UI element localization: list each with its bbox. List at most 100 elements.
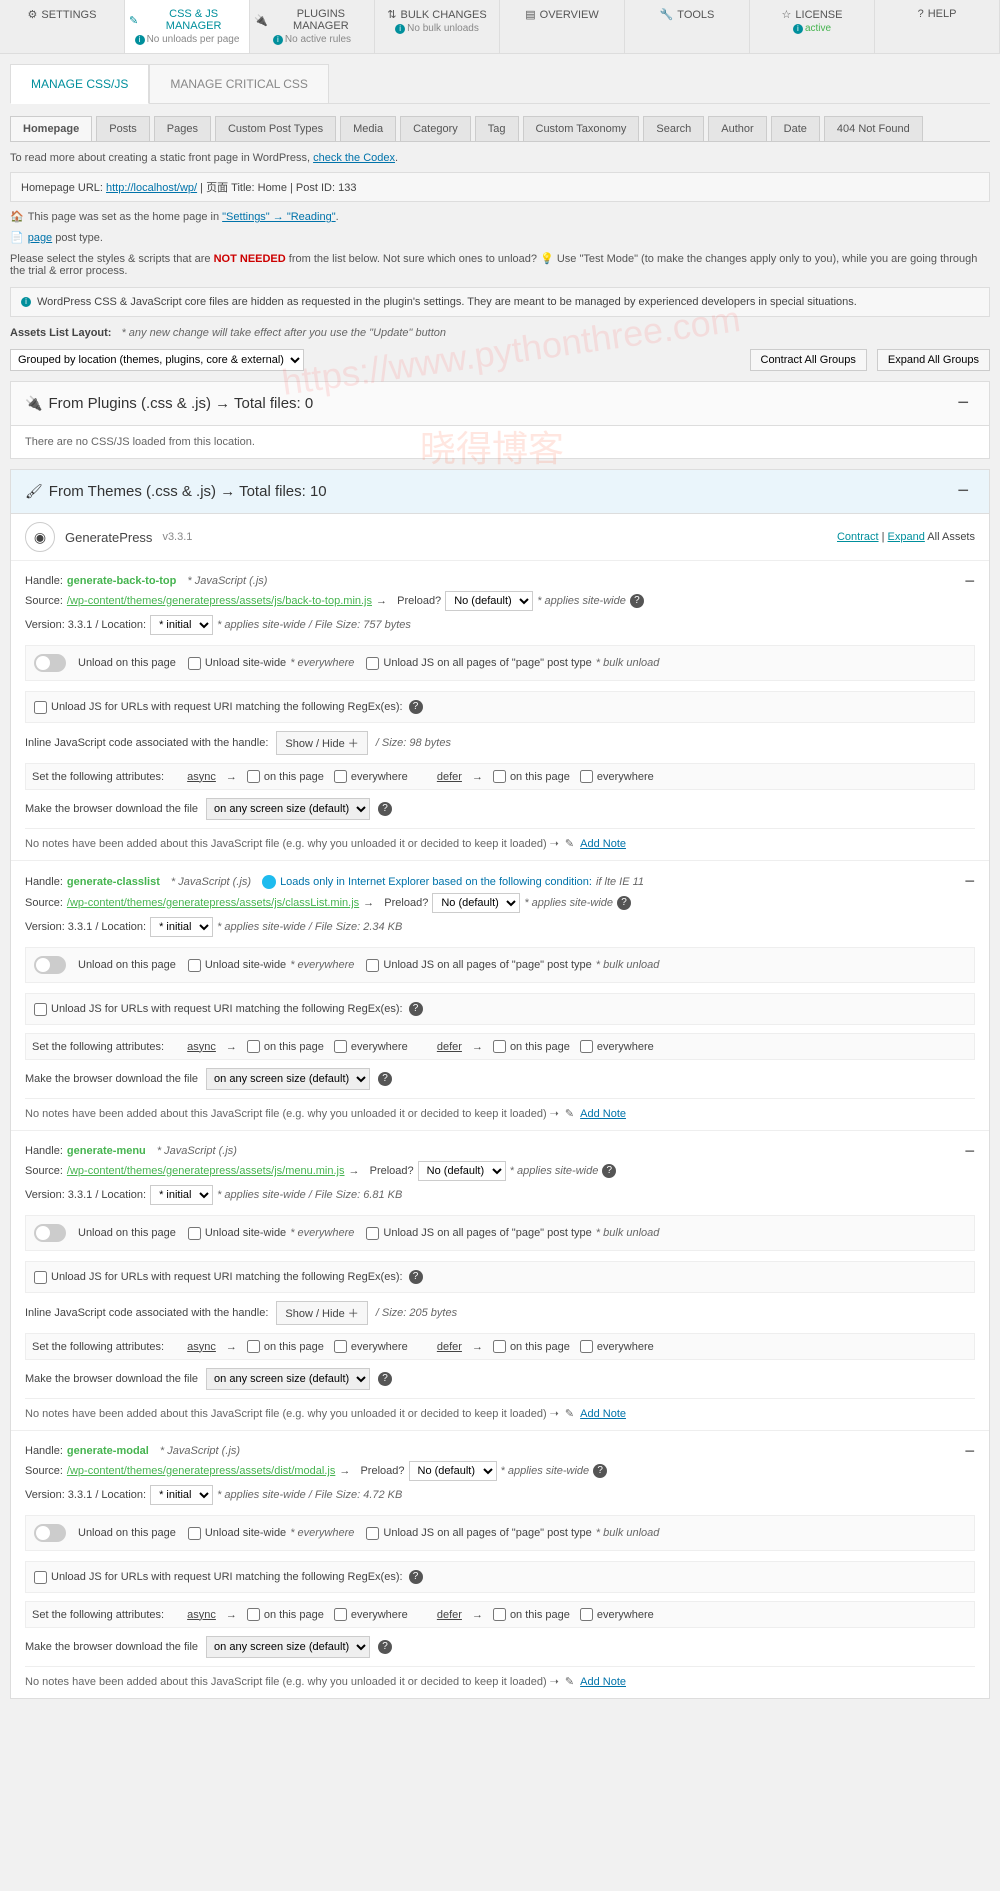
plugins-group-header[interactable]: 🔌From Plugins (.css & .js) → Total files… [25, 395, 951, 412]
async-everywhere-check[interactable]: everywhere [334, 1340, 408, 1353]
help-icon[interactable]: ? [617, 896, 631, 910]
topnav-overview[interactable]: ▤OVERVIEW [500, 0, 625, 53]
defer-everywhere-check[interactable]: everywhere [580, 1340, 654, 1353]
preload-select[interactable]: No (default) [445, 591, 533, 611]
defer-everywhere-check[interactable]: everywhere [580, 770, 654, 783]
topnav-css-js-manager[interactable]: ✎CSS & JS MANAGERiNo unloads per page [125, 0, 250, 53]
location-select[interactable]: * initial [150, 1185, 213, 1205]
preload-select[interactable]: No (default) [409, 1461, 497, 1481]
subtab-pages[interactable]: Pages [154, 116, 211, 141]
codex-link[interactable]: check the Codex [313, 152, 395, 164]
asset-source-link[interactable]: /wp-content/themes/generatepress/assets/… [67, 595, 372, 607]
subtab-homepage[interactable]: Homepage [10, 116, 92, 141]
help-icon[interactable]: ? [409, 1570, 423, 1584]
subtab-custom-taxonomy[interactable]: Custom Taxonomy [523, 116, 640, 141]
preload-select[interactable]: No (default) [432, 893, 520, 913]
screen-size-select[interactable]: on any screen size (default) [206, 1636, 370, 1658]
asset-source-link[interactable]: /wp-content/themes/generatepress/assets/… [67, 1165, 345, 1177]
asset-collapse[interactable]: − [964, 1141, 975, 1162]
topnav-license[interactable]: ☆LICENSEiactive [750, 0, 875, 53]
add-note-link[interactable]: Add Note [580, 838, 626, 850]
unload-regex-check[interactable]: Unload JS for URLs with request URI matc… [34, 1271, 403, 1284]
unload-page-toggle[interactable] [34, 654, 66, 672]
subtab-media[interactable]: Media [340, 116, 396, 141]
subtab-date[interactable]: Date [771, 116, 820, 141]
show-hide-inline-button[interactable]: Show / Hide ＋ [276, 731, 367, 755]
unload-sitewide-check[interactable]: Unload site-wide * everywhere [188, 657, 355, 670]
unload-page-toggle[interactable] [34, 956, 66, 974]
topnav-plugins-manager[interactable]: 🔌PLUGINS MANAGERiNo active rules [250, 0, 375, 53]
help-icon[interactable]: ? [378, 1072, 392, 1086]
add-note-link[interactable]: Add Note [580, 1408, 626, 1420]
subtab-tag[interactable]: Tag [475, 116, 519, 141]
defer-onpage-check[interactable]: on this page [493, 1608, 570, 1621]
subtab-posts[interactable]: Posts [96, 116, 150, 141]
themes-collapse[interactable]: − [951, 480, 975, 503]
asset-source-link[interactable]: /wp-content/themes/generatepress/assets/… [67, 1465, 335, 1477]
location-select[interactable]: * initial [150, 1485, 213, 1505]
subtab-category[interactable]: Category [400, 116, 471, 141]
expand-all-button[interactable]: Expand All Groups [877, 349, 990, 371]
contract-all-button[interactable]: Contract All Groups [750, 349, 867, 371]
topnav-settings[interactable]: ⚙SETTINGS [0, 0, 125, 53]
screen-size-select[interactable]: on any screen size (default) [206, 1068, 370, 1090]
unload-posttype-check[interactable]: Unload JS on all pages of "page" post ty… [366, 1227, 659, 1240]
asset-source-link[interactable]: /wp-content/themes/generatepress/assets/… [67, 897, 359, 909]
topnav-bulk-changes[interactable]: ⇅BULK CHANGESiNo bulk unloads [375, 0, 500, 53]
async-everywhere-check[interactable]: everywhere [334, 1040, 408, 1053]
defer-onpage-check[interactable]: on this page [493, 1040, 570, 1053]
subtab-search[interactable]: Search [643, 116, 704, 141]
defer-onpage-check[interactable]: on this page [493, 1340, 570, 1353]
preload-select[interactable]: No (default) [418, 1161, 506, 1181]
async-onpage-check[interactable]: on this page [247, 1608, 324, 1621]
unload-posttype-check[interactable]: Unload JS on all pages of "page" post ty… [366, 1527, 659, 1540]
unload-posttype-check[interactable]: Unload JS on all pages of "page" post ty… [366, 959, 659, 972]
help-icon[interactable]: ? [378, 1640, 392, 1654]
expand-assets-link[interactable]: Expand [888, 531, 925, 543]
location-select[interactable]: * initial [150, 917, 213, 937]
subtab-custom-post-types[interactable]: Custom Post Types [215, 116, 336, 141]
themes-group-header[interactable]: 🖌From Themes (.css & .js) → Total files:… [25, 483, 951, 500]
plugins-collapse[interactable]: − [951, 392, 975, 415]
show-hide-inline-button[interactable]: Show / Hide ＋ [276, 1301, 367, 1325]
add-note-link[interactable]: Add Note [580, 1676, 626, 1688]
settings-reading-link[interactable]: "Settings" → "Reading" [222, 211, 335, 223]
add-note-link[interactable]: Add Note [580, 1108, 626, 1120]
asset-collapse[interactable]: − [964, 571, 975, 592]
asset-collapse[interactable]: − [964, 871, 975, 892]
async-onpage-check[interactable]: on this page [247, 1040, 324, 1053]
unload-sitewide-check[interactable]: Unload site-wide * everywhere [188, 959, 355, 972]
help-icon[interactable]: ? [409, 700, 423, 714]
layout-select[interactable]: Grouped by location (themes, plugins, co… [10, 349, 304, 371]
async-everywhere-check[interactable]: everywhere [334, 770, 408, 783]
async-onpage-check[interactable]: on this page [247, 1340, 324, 1353]
unload-sitewide-check[interactable]: Unload site-wide * everywhere [188, 1227, 355, 1240]
tab-manage-css-js[interactable]: MANAGE CSS/JS [10, 64, 149, 104]
asset-collapse[interactable]: − [964, 1441, 975, 1462]
screen-size-select[interactable]: on any screen size (default) [206, 798, 370, 820]
defer-everywhere-check[interactable]: everywhere [580, 1040, 654, 1053]
help-icon[interactable]: ? [602, 1164, 616, 1178]
subtab-author[interactable]: Author [708, 116, 766, 141]
screen-size-select[interactable]: on any screen size (default) [206, 1368, 370, 1390]
unload-regex-check[interactable]: Unload JS for URLs with request URI matc… [34, 1571, 403, 1584]
unload-page-toggle[interactable] [34, 1224, 66, 1242]
unload-sitewide-check[interactable]: Unload site-wide * everywhere [188, 1527, 355, 1540]
help-icon[interactable]: ? [630, 594, 644, 608]
subtab--not-found[interactable]: 404 Not Found [824, 116, 923, 141]
help-icon[interactable]: ? [409, 1270, 423, 1284]
location-select[interactable]: * initial [150, 615, 213, 635]
help-icon[interactable]: ? [378, 802, 392, 816]
async-onpage-check[interactable]: on this page [247, 770, 324, 783]
tab-manage-critical-css[interactable]: MANAGE CRITICAL CSS [149, 64, 329, 103]
defer-onpage-check[interactable]: on this page [493, 770, 570, 783]
unload-posttype-check[interactable]: Unload JS on all pages of "page" post ty… [366, 657, 659, 670]
help-icon[interactable]: ? [409, 1002, 423, 1016]
topnav-help[interactable]: ?HELP [875, 0, 1000, 53]
topnav-tools[interactable]: 🔧TOOLS [625, 0, 750, 53]
contract-assets-link[interactable]: Contract [837, 531, 879, 543]
unload-regex-check[interactable]: Unload JS for URLs with request URI matc… [34, 701, 403, 714]
homepage-url-link[interactable]: http://localhost/wp/ [106, 182, 197, 194]
unload-page-toggle[interactable] [34, 1524, 66, 1542]
help-icon[interactable]: ? [378, 1372, 392, 1386]
